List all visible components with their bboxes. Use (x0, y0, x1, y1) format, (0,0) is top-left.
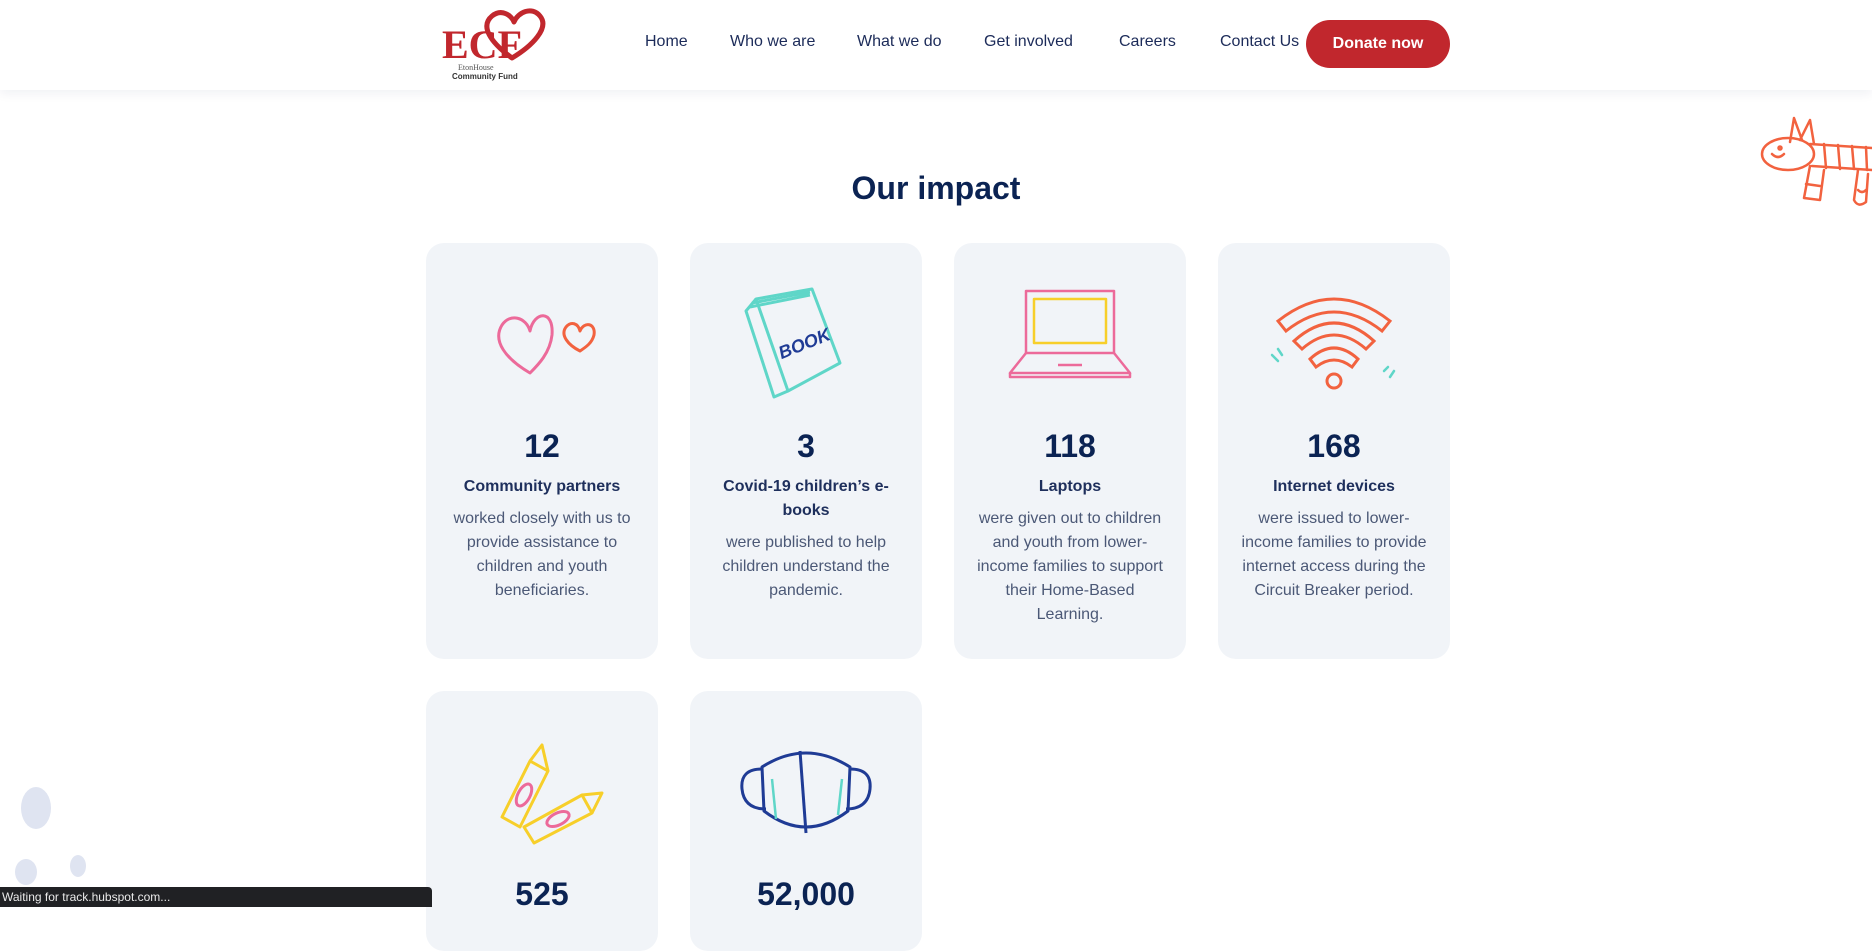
nav-contact-us[interactable]: Contact Us (1220, 33, 1299, 51)
logo-subtext-1: EtonHouse (458, 63, 494, 72)
impact-description: were published to help children understa… (722, 534, 890, 599)
impact-card-masks: 52,000 (690, 691, 922, 951)
impact-description: worked closely with us to provide assist… (453, 510, 631, 599)
impact-label: Internet devices (1273, 478, 1395, 495)
impact-number: 3 (797, 428, 815, 464)
nav-get-involved[interactable]: Get involved (984, 33, 1073, 51)
nav-home[interactable]: Home (645, 33, 688, 51)
hearts-icon (497, 314, 596, 375)
site-header: ECF EtonHouse Community Fund Home Who we… (0, 0, 1872, 90)
book-icon: BOOK (744, 287, 842, 399)
browser-status-bar: Waiting for track.hubspot.com... (0, 887, 432, 907)
impact-card-partners: 12 Community partners worked closely wit… (426, 243, 658, 659)
nav-who-we-are[interactable]: Who we are (730, 33, 815, 51)
logo-text: ECF (442, 22, 522, 67)
face-mask-icon (740, 750, 872, 834)
impact-number: 118 (1044, 428, 1096, 464)
laptop-icon (1008, 289, 1132, 379)
impact-card-ebooks: BOOK 3 Covid-19 children’s e-books were … (690, 243, 922, 659)
impact-card-laptops: 118 Laptops were given out to children a… (954, 243, 1186, 659)
impact-number: 525 (515, 876, 569, 912)
impact-number: 12 (524, 428, 560, 464)
impact-card-internet: 168 Internet devices were issued to lowe… (1218, 243, 1450, 659)
impact-description: were given out to children and youth fro… (977, 510, 1163, 623)
nav-what-we-do[interactable]: What we do (857, 33, 941, 51)
nav-careers[interactable]: Careers (1119, 33, 1176, 51)
impact-label: Covid-19 children’s e-books (723, 478, 889, 519)
impact-card-crayons: 525 (426, 691, 658, 951)
donate-button[interactable]: Donate now (1306, 20, 1450, 68)
impact-label: Laptops (1038, 478, 1102, 495)
wifi-icon (1270, 297, 1396, 390)
impact-description: were issued to lower-income families to … (1241, 510, 1427, 599)
crayons-icon (500, 743, 604, 845)
impact-number: 168 (1307, 428, 1361, 464)
impact-title: Our impact (851, 170, 1021, 206)
logo-subtext-2: Community Fund (452, 72, 518, 81)
impact-label: Community partners (463, 478, 621, 495)
logo[interactable]: ECF EtonHouse Community Fund (440, 6, 558, 84)
book-icon-text: BOOK (776, 323, 835, 363)
impact-number: 52,000 (757, 876, 855, 912)
